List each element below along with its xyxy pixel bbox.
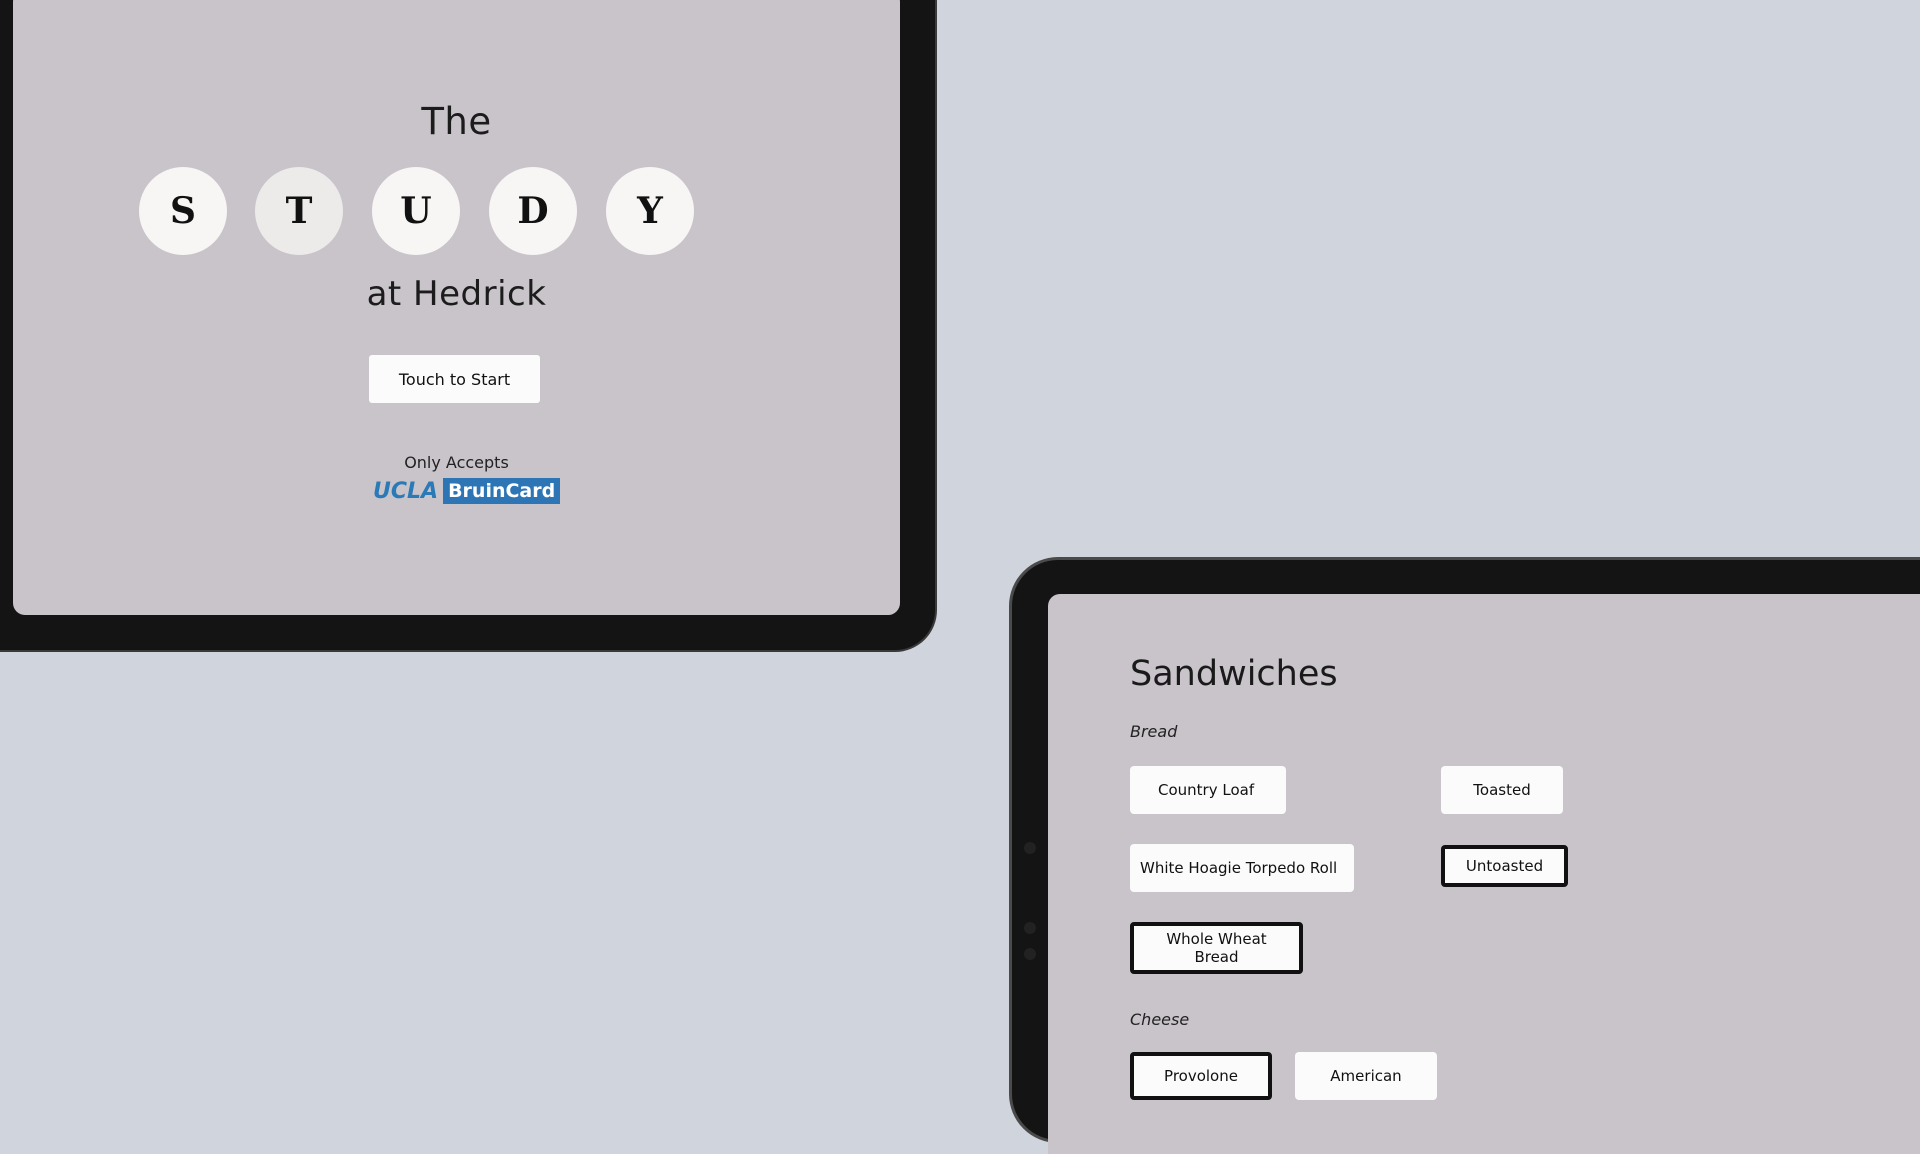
cheese-group-label: Cheese xyxy=(1130,1010,1190,1029)
letter-circle-t: T xyxy=(255,167,343,255)
letter-circle-s: S xyxy=(139,167,227,255)
accepts-label: Only Accepts xyxy=(404,453,509,472)
letter-circle-u: U xyxy=(372,167,460,255)
bread-option-country-loaf[interactable]: Country Loaf xyxy=(1130,766,1286,814)
toast-option-toasted[interactable]: Toasted xyxy=(1441,766,1563,814)
touch-to-start-button[interactable]: Touch to Start xyxy=(369,355,540,403)
order-screen: Sandwiches Bread Country Loaf White Hoag… xyxy=(1048,594,1920,1154)
title-location: at Hedrick xyxy=(366,274,547,314)
bread-option-white-hoagie[interactable]: White Hoagie Torpedo Roll xyxy=(1130,844,1354,892)
ucla-logo-text: UCLA xyxy=(373,478,439,504)
letter-circle-d: D xyxy=(489,167,577,255)
cheese-option-provolone[interactable]: Provolone xyxy=(1130,1052,1272,1100)
bread-option-whole-wheat[interactable]: Whole Wheat Bread xyxy=(1130,922,1303,974)
bread-group-label: Bread xyxy=(1130,722,1178,741)
letter-circle-y: Y xyxy=(606,167,694,255)
study-letters: S T U D Y xyxy=(13,167,900,255)
bruincard-logo-text: BruinCard xyxy=(443,478,561,504)
sensor-dot xyxy=(1024,922,1036,934)
camera-dot xyxy=(1024,842,1036,854)
title-the: The xyxy=(421,100,492,143)
cheese-option-american[interactable]: American xyxy=(1295,1052,1437,1100)
tablet-welcome: The S T U D Y at Hedrick Touch to Start … xyxy=(0,0,935,650)
welcome-screen: The S T U D Y at Hedrick Touch to Start … xyxy=(13,0,900,615)
section-title: Sandwiches xyxy=(1130,654,1338,694)
sensor-dot xyxy=(1024,948,1036,960)
tablet-order: Sandwiches Bread Country Loaf White Hoag… xyxy=(1012,560,1920,1154)
toast-option-untoasted[interactable]: Untoasted xyxy=(1441,845,1568,887)
bruincard-logo: UCLA BruinCard xyxy=(373,478,561,504)
